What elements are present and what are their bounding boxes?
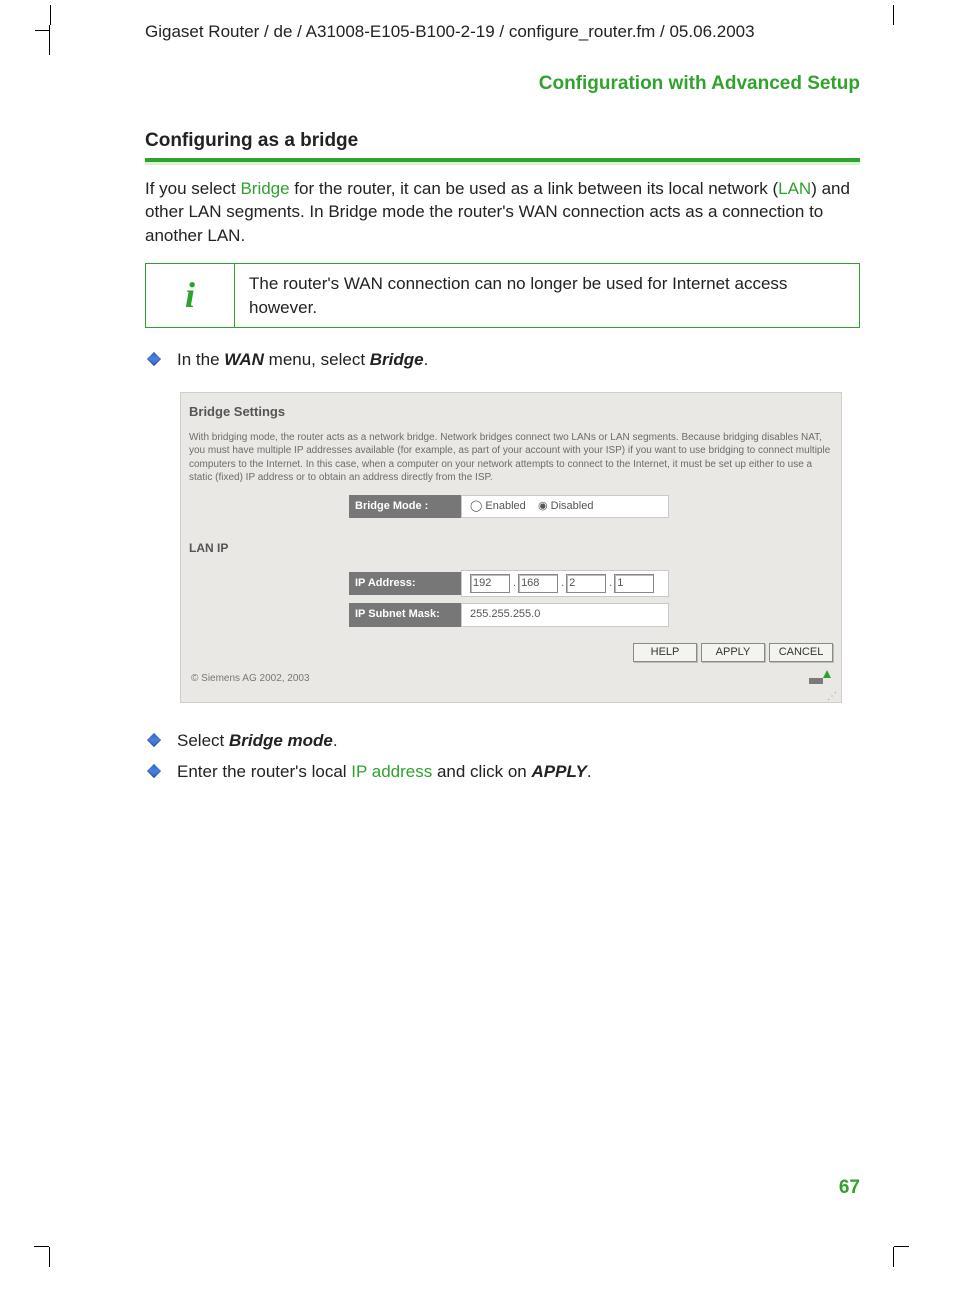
radio-enabled[interactable]: ◯ [470,500,485,512]
text: . [424,350,429,369]
header-path: Gigaset Router / de / A31008-E105-B100-2… [145,20,860,43]
ip-octet-3[interactable]: 2 [566,574,606,593]
bridge-mode-control[interactable]: ◯ Enabled ◉ Disabled [461,495,669,518]
intro-paragraph: If you select Bridge for the router, it … [145,177,860,247]
text: Enter the router's local [177,762,351,781]
bridge-mode-term: Bridge mode [229,731,333,750]
copyright: © Siemens AG 2002, 2003 [191,672,310,686]
keyword-ip-address: IP address [351,762,432,781]
ip-address-row: IP Address: 192.168.2.1 [189,570,833,597]
cancel-button[interactable]: CANCEL [769,643,833,662]
apply-term: APPLY [531,762,586,781]
help-button[interactable]: HELP [633,643,697,662]
info-box: i The router's WAN connection can no lon… [145,263,860,328]
panel-description: With bridging mode, the router acts as a… [189,431,833,485]
text: and click on [432,762,531,781]
router-screenshot: Bridge Settings With bridging mode, the … [180,392,842,703]
text: . [333,731,338,750]
apply-button[interactable]: APPLY [701,643,765,662]
keyword-lan: LAN [778,179,811,198]
text: for the router, it can be used as a link… [290,179,779,198]
subnet-value: 255.255.255.0 [461,603,669,626]
step-item-2: Select Bridge mode. [145,727,860,754]
button-row: HELP APPLY CANCEL [181,637,841,666]
lan-ip-heading: LAN IP [189,540,833,557]
disabled-label: Disabled [551,500,594,512]
enabled-label: Enabled [485,500,525,512]
menu-bridge: Bridge [370,350,424,369]
ip-address-control: 192.168.2.1 [461,570,669,597]
radio-disabled[interactable]: ◉ [538,500,551,512]
menu-wan: WAN [224,350,264,369]
screenshot-footer: © Siemens AG 2002, 2003 [181,666,841,694]
subnet-label: IP Subnet Mask: [349,603,461,626]
text: . [587,762,592,781]
subnet-row: IP Subnet Mask: 255.255.255.0 [189,603,833,626]
ip-octet-1[interactable]: 192 [470,574,510,593]
bridge-mode-label: Bridge Mode : [349,495,461,518]
section-heading: Configuring as a bridge [145,128,860,154]
crop-mark-tl [49,25,80,55]
ip-address-label: IP Address: [349,572,461,595]
dot: . [607,577,614,589]
bridge-mode-row: Bridge Mode : ◯ Enabled ◉ Disabled [189,495,833,518]
step-item-1: In the WAN menu, select Bridge. [145,346,860,373]
dot: . [559,577,566,589]
step-item-3: Enter the router's local IP address and … [145,758,860,785]
crop-mark-tr [864,25,894,55]
info-icon: i [146,264,235,327]
panel-title: Bridge Settings [189,403,833,421]
page-number: 67 [90,1175,860,1201]
crop-mark-bl [49,1217,79,1247]
info-text: The router's WAN connection can no longe… [235,264,859,327]
text: If you select [145,179,240,198]
heading-rule [145,158,860,165]
resize-grip-icon: ⋰ [181,694,841,702]
text: In the [177,350,224,369]
text: Select [177,731,229,750]
ip-octet-4[interactable]: 1 [614,574,654,593]
status-icon [809,674,831,684]
document-title: Configuration with Advanced Setup [90,71,860,97]
page-content: Gigaset Router / de / A31008-E105-B100-2… [90,20,860,789]
text: menu, select [264,350,370,369]
crop-mark-br [864,1217,894,1247]
dot: . [511,577,518,589]
ip-octet-2[interactable]: 168 [518,574,558,593]
keyword-bridge: Bridge [240,179,289,198]
